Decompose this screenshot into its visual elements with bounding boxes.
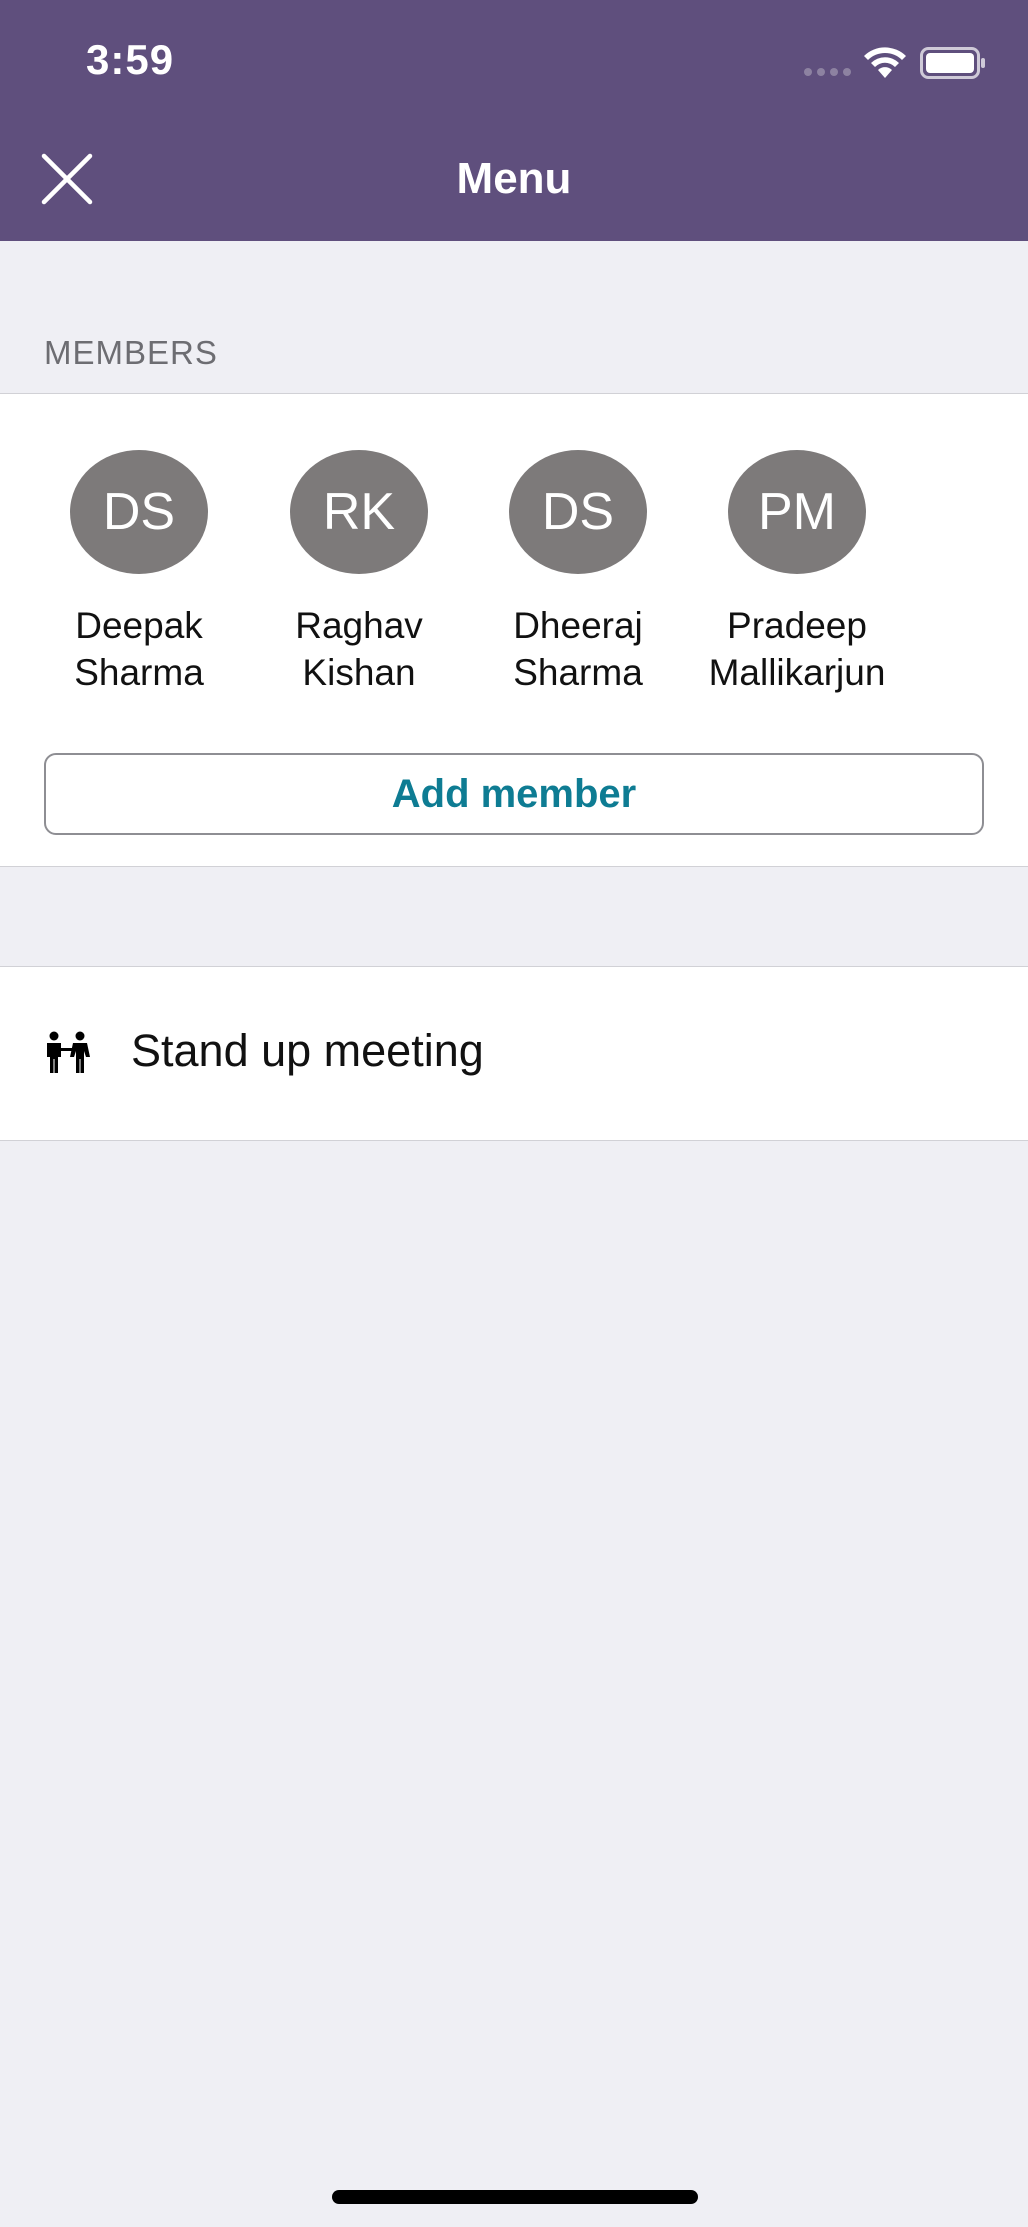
avatar: DS: [509, 450, 647, 574]
home-indicator[interactable]: [332, 2190, 698, 2204]
member-raghav-kishan[interactable]: RK Raghav Kishan: [269, 450, 449, 696]
menu-screen: 3:59 Menu MEMBERS DS Deepak Sharma RK Ra…: [0, 0, 1028, 2227]
member-deepak-sharma[interactable]: DS Deepak Sharma: [49, 450, 229, 696]
status-time: 3:59: [86, 36, 175, 83]
member-dheeraj-sharma[interactable]: DS Dheeraj Sharma: [488, 450, 668, 696]
avatar: RK: [290, 450, 428, 574]
member-name: Dheeraj Sharma: [513, 605, 643, 693]
members-section-label: MEMBERS: [44, 334, 218, 371]
header-bar: 3:59 Menu: [0, 0, 1028, 241]
people-icon: [47, 1031, 90, 1073]
members-card: DS Deepak Sharma RK Raghav Kishan DS Dhe…: [0, 393, 1028, 867]
add-member-button[interactable]: Add member: [44, 753, 984, 835]
cellular-signal-icon: [804, 68, 851, 76]
avatar: DS: [70, 450, 208, 574]
member-name: Pradeep Mallikarjun: [708, 605, 886, 693]
battery-icon: [920, 47, 985, 79]
menu-item-stand-up-meeting[interactable]: Stand up meeting: [0, 966, 1028, 1141]
page-title: Menu: [456, 154, 572, 203]
member-pradeep-mallikarjun[interactable]: PM Pradeep Mallikarjun: [707, 450, 887, 696]
menu-item-label: Stand up meeting: [131, 1025, 484, 1076]
member-name: Raghav Kishan: [295, 605, 423, 693]
wifi-icon: [864, 47, 906, 78]
member-name: Deepak Sharma: [74, 605, 204, 693]
avatar: PM: [728, 450, 866, 574]
